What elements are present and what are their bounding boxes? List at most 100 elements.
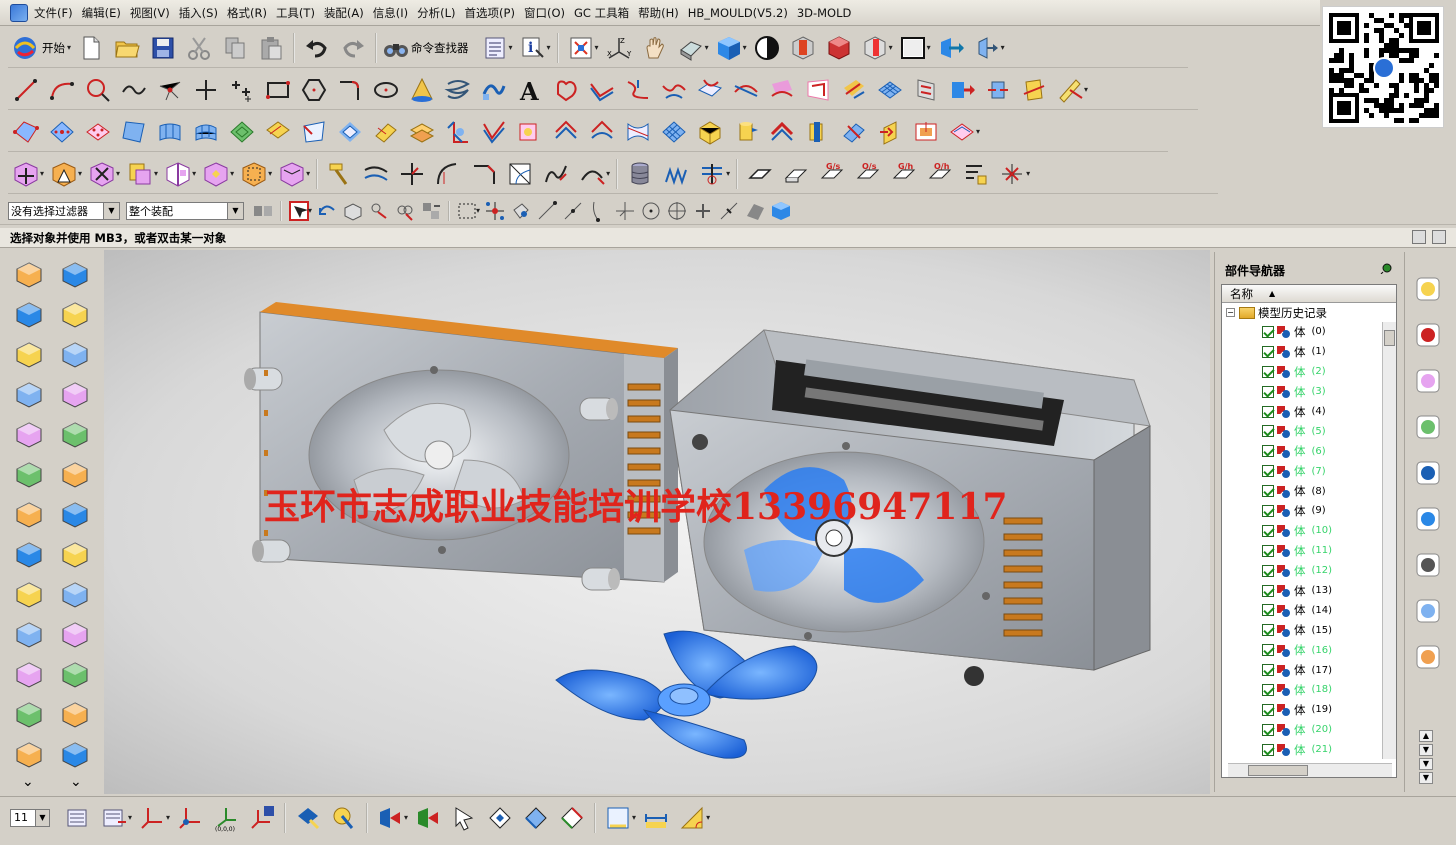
tree-body-node[interactable]: 体 (16) xyxy=(1222,640,1396,660)
start-icon[interactable] xyxy=(8,32,42,64)
menu-item[interactable]: 窗口(O) xyxy=(524,5,574,21)
tree-body-node[interactable]: 体 (10) xyxy=(1222,521,1396,541)
menu-item[interactable]: 3D-MOLD xyxy=(797,6,861,20)
display-mode-icon[interactable] xyxy=(749,32,785,64)
wcs-origin-icon[interactable] xyxy=(134,801,170,835)
checkbox-icon[interactable] xyxy=(1262,564,1274,577)
binoculars-icon[interactable] xyxy=(381,32,411,64)
snap-on-face-icon[interactable] xyxy=(742,199,768,223)
patch-icon[interactable] xyxy=(908,116,944,148)
tree-body-node[interactable]: 体 (12) xyxy=(1222,561,1396,581)
checkbox-icon[interactable] xyxy=(1262,524,1274,537)
shaded-cube-icon[interactable] xyxy=(711,32,747,64)
paste-icon[interactable] xyxy=(253,32,289,64)
rib-icon[interactable] xyxy=(12,418,46,452)
checkbox-icon[interactable] xyxy=(1262,683,1274,696)
select-feature-icon[interactable] xyxy=(366,199,392,223)
command-finder-label[interactable]: 命令查找器 xyxy=(411,40,469,56)
tree-body-node[interactable]: 体 (6) xyxy=(1222,441,1396,461)
menu-item[interactable]: 装配(A) xyxy=(324,5,373,21)
menu-item[interactable]: 格式(R) xyxy=(227,5,276,21)
checkbox-icon[interactable] xyxy=(1262,664,1274,677)
pan-hand-icon[interactable] xyxy=(637,32,673,64)
offset-curve-2-icon[interactable] xyxy=(358,158,394,190)
menu-item[interactable]: 编辑(E) xyxy=(82,5,130,21)
edit-object-icon[interactable] xyxy=(969,32,1005,64)
selection-scope-dropdown[interactable]: 整个装配 ▼ xyxy=(126,201,244,220)
snap-on-curve-icon[interactable] xyxy=(716,199,742,223)
edit-curve-icon[interactable] xyxy=(1052,74,1088,106)
checkbox-icon[interactable] xyxy=(1262,365,1274,378)
part-navigator-tree[interactable]: 名称 ▲ − 模型历史记录 体 (0) 体 (1) 体 (2) 体 (3) 体 (4) 体 (5) 体 (6… xyxy=(1221,284,1397,778)
arc-icon[interactable] xyxy=(44,74,80,106)
combine-curve-icon[interactable] xyxy=(980,74,1016,106)
sketch-icon[interactable] xyxy=(502,158,538,190)
menu-item[interactable]: 首选项(P) xyxy=(465,5,524,21)
checkbox-icon[interactable] xyxy=(1262,445,1274,458)
window-restore-icon[interactable] xyxy=(1432,230,1446,244)
draft-surface-icon[interactable] xyxy=(764,116,800,148)
rectangle-icon[interactable] xyxy=(260,74,296,106)
scrollbar-thumb[interactable] xyxy=(1384,330,1395,346)
undo-icon[interactable] xyxy=(299,32,335,64)
cube-stack-icon[interactable] xyxy=(58,658,92,692)
n-sided-surface-icon[interactable] xyxy=(332,116,368,148)
trim-curve-icon[interactable] xyxy=(1016,74,1052,106)
snap-end-icon[interactable] xyxy=(534,199,560,223)
subtract-body-icon[interactable] xyxy=(84,158,120,190)
fillet-face-icon[interactable] xyxy=(58,458,92,492)
tree-column-header[interactable]: 名称 ▲ xyxy=(1222,285,1396,303)
wcs-dynamic-icon[interactable] xyxy=(172,801,208,835)
trimmed-face-icon[interactable] xyxy=(800,116,836,148)
ruled-surface-icon[interactable] xyxy=(116,116,152,148)
isoparametric-curve-icon[interactable] xyxy=(836,74,872,106)
checkbox-icon[interactable] xyxy=(1262,723,1274,736)
wcs-absolute-icon[interactable]: (0,0,0) xyxy=(208,801,244,835)
tree-body-node[interactable]: 体 (13) xyxy=(1222,581,1396,601)
fit-view-icon[interactable] xyxy=(563,32,599,64)
fillet-edge-icon[interactable] xyxy=(430,158,466,190)
tree-body-node[interactable]: 体 (19) xyxy=(1222,700,1396,720)
copy-body-icon[interactable] xyxy=(122,158,158,190)
wcs-axes-icon[interactable]: ZX Y xyxy=(601,32,637,64)
checkbox-icon[interactable] xyxy=(1262,644,1274,657)
new-file-icon[interactable] xyxy=(73,32,109,64)
point-icon[interactable] xyxy=(188,74,224,106)
checkbox-icon[interactable] xyxy=(1262,345,1274,358)
tree-body-node[interactable]: 体 (14) xyxy=(1222,600,1396,620)
face-blend-icon[interactable] xyxy=(476,116,512,148)
view-iso-icon[interactable] xyxy=(518,801,554,835)
view-top-icon[interactable] xyxy=(410,801,446,835)
menu-item[interactable]: 文件(F) xyxy=(34,5,82,21)
from-poles-icon[interactable] xyxy=(80,116,116,148)
surface-grid-icon[interactable] xyxy=(872,74,908,106)
new-component-icon[interactable] xyxy=(58,258,92,292)
spring-coil-icon[interactable] xyxy=(58,618,92,652)
database-icon[interactable] xyxy=(622,158,658,190)
through-points-icon[interactable] xyxy=(44,116,80,148)
book-icon[interactable] xyxy=(58,738,92,772)
vertical-scrollbar[interactable] xyxy=(1382,322,1396,759)
reuse-library-icon[interactable] xyxy=(1411,410,1445,444)
tree-body-node[interactable]: 体 (0) xyxy=(1222,322,1396,342)
swept-surface-icon[interactable] xyxy=(224,116,260,148)
wireframe-cube-icon[interactable] xyxy=(58,378,92,412)
split-cube-icon[interactable] xyxy=(58,578,92,612)
cube-shade-icon[interactable] xyxy=(12,658,46,692)
curve-extend-icon[interactable] xyxy=(574,158,610,190)
cylinder-icon[interactable] xyxy=(12,458,46,492)
tree-body-node[interactable]: 体 (9) xyxy=(1222,501,1396,521)
spline-icon[interactable] xyxy=(116,74,152,106)
menu-item[interactable]: 信息(I) xyxy=(373,5,417,21)
disk-icon[interactable] xyxy=(12,698,46,732)
list-view-icon[interactable] xyxy=(477,32,513,64)
cut-icon[interactable] xyxy=(181,32,217,64)
snap-quadrant-icon[interactable] xyxy=(664,199,690,223)
cube-face-icon[interactable] xyxy=(12,578,46,612)
part-navigator-icon[interactable] xyxy=(1411,364,1445,398)
fillet-curve-icon[interactable] xyxy=(332,74,368,106)
resource-bar-scroll-icon[interactable]: ▼ xyxy=(1419,758,1433,770)
sewn-surface-icon[interactable] xyxy=(836,116,872,148)
web-browser-icon[interactable] xyxy=(1411,456,1445,490)
checkbox-icon[interactable] xyxy=(1262,425,1274,438)
